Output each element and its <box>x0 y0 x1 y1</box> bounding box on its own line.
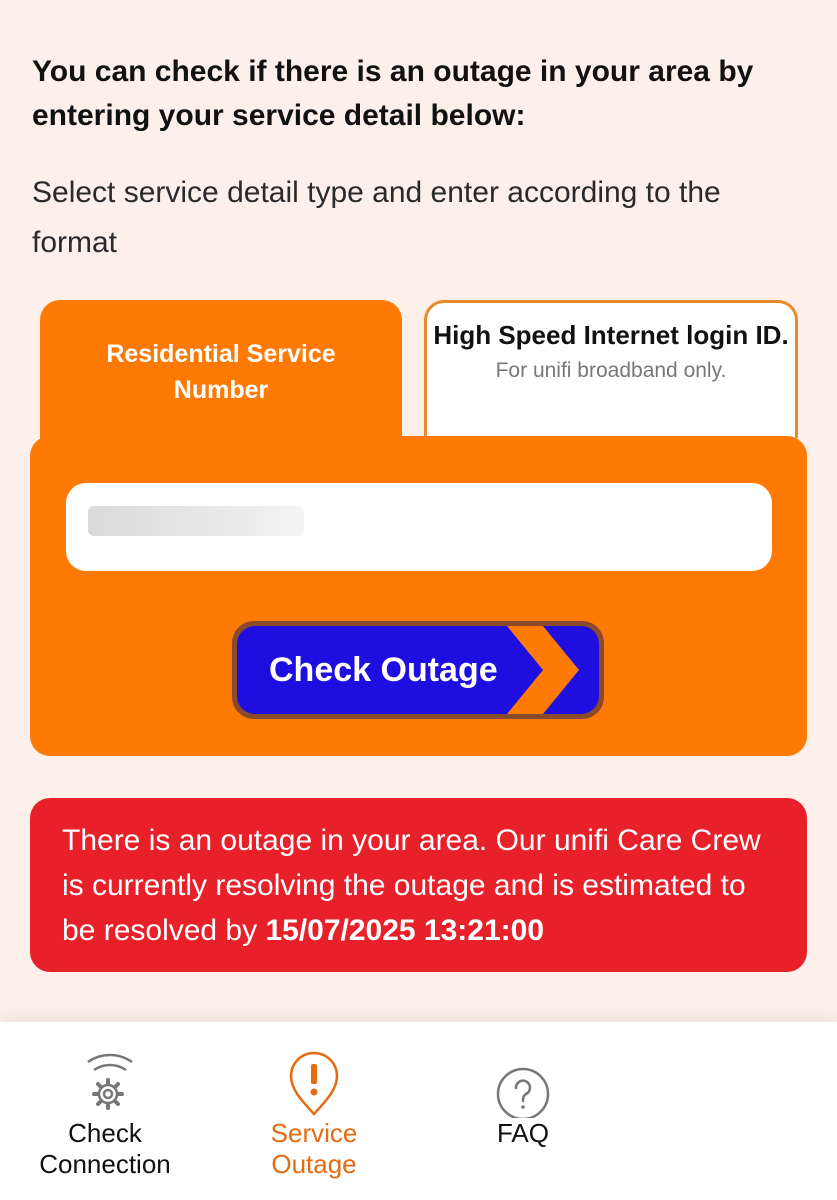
bottom-navigation: Check Connection Service Outage FAQ <box>0 1022 837 1200</box>
tab-high-speed-internet-login[interactable]: High Speed Internet login ID. For unifi … <box>424 300 798 438</box>
tab-high-speed-label: High Speed Internet login ID. <box>433 320 789 350</box>
check-outage-label: Check Outage <box>269 651 498 689</box>
nav-outage-label-2: Outage <box>271 1149 357 1179</box>
nav-check-label-2: Connection <box>39 1149 171 1179</box>
nav-faq-label: FAQ <box>496 1118 549 1148</box>
chevron-right-icon <box>507 626 579 714</box>
nav-faq[interactable]: FAQ <box>462 1022 584 1149</box>
nav-outage-label-1: Service <box>270 1118 358 1148</box>
question-circle-icon <box>496 1067 550 1118</box>
outage-alert: There is an outage in your area. Our uni… <box>30 798 807 972</box>
nav-check-label-1: Check <box>68 1118 142 1148</box>
check-outage-button[interactable]: Check Outage <box>232 621 604 719</box>
tab-high-speed-sublabel: For unifi broadband only. <box>495 359 727 382</box>
nav-check-connection[interactable]: Check Connection <box>22 1022 188 1180</box>
wifi-gear-icon <box>87 1053 133 1110</box>
alert-pin-icon <box>289 1051 339 1116</box>
nav-service-outage[interactable]: Service Outage <box>236 1022 392 1180</box>
page-heading: You can check if there is an outage in y… <box>32 55 754 132</box>
instruction-text: Select service detail type and enter acc… <box>32 176 721 259</box>
alert-resolved-date: 15/07/2025 13:21:00 <box>265 914 545 947</box>
tab-residential-label: Residential Service Number <box>106 340 336 404</box>
redacted-value <box>88 506 304 536</box>
